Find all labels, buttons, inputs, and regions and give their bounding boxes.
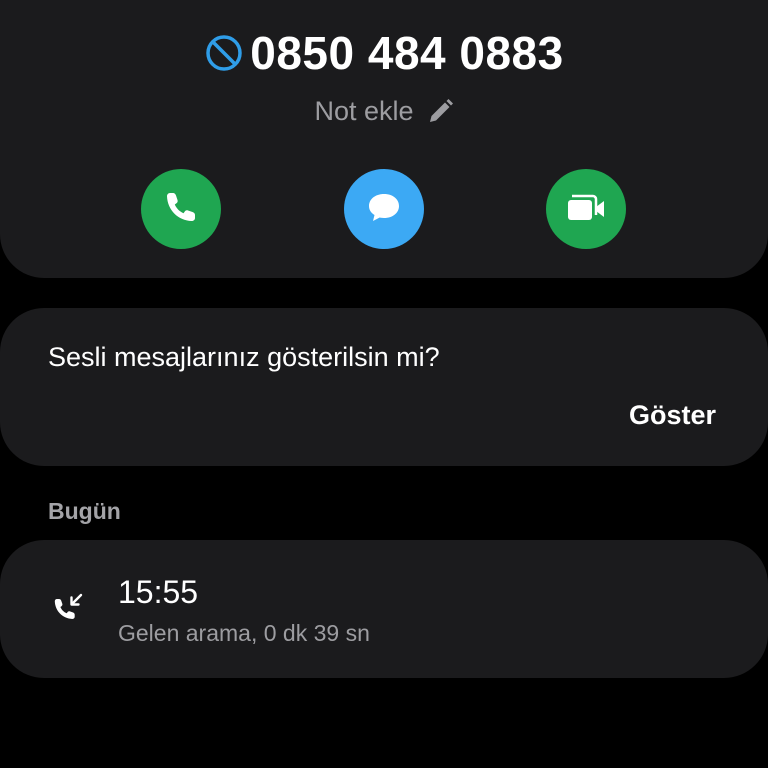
add-note-label: Not ekle xyxy=(314,96,414,126)
call-time: 15:55 xyxy=(118,574,199,610)
voicemail-question: Sesli mesajlarınız gösterilsin mi? xyxy=(48,342,440,372)
video-camera-icon xyxy=(565,189,607,230)
incoming-call-icon xyxy=(52,592,86,626)
chat-bubble-icon xyxy=(364,187,404,232)
voicemail-prompt-card: Sesli mesajlarınız gösterilsin mi? Göste… xyxy=(0,308,768,466)
call-button[interactable] xyxy=(141,169,221,249)
show-voicemail-button[interactable]: Göster xyxy=(629,400,716,431)
pencil-icon xyxy=(426,98,454,126)
block-icon xyxy=(204,33,244,73)
phone-icon xyxy=(163,189,199,230)
add-note-button[interactable]: Not ekle xyxy=(0,96,768,127)
call-history-item[interactable]: 15:55 Gelen arama, 0 dk 39 sn xyxy=(0,540,768,678)
video-call-button[interactable] xyxy=(546,169,626,249)
history-section-label: Bugün xyxy=(48,498,121,524)
contact-number-row: 0850 484 0883 xyxy=(0,26,768,80)
call-detail: Gelen arama, 0 dk 39 sn xyxy=(118,620,370,646)
phone-number: 0850 484 0883 xyxy=(250,27,564,79)
message-button[interactable] xyxy=(344,169,424,249)
